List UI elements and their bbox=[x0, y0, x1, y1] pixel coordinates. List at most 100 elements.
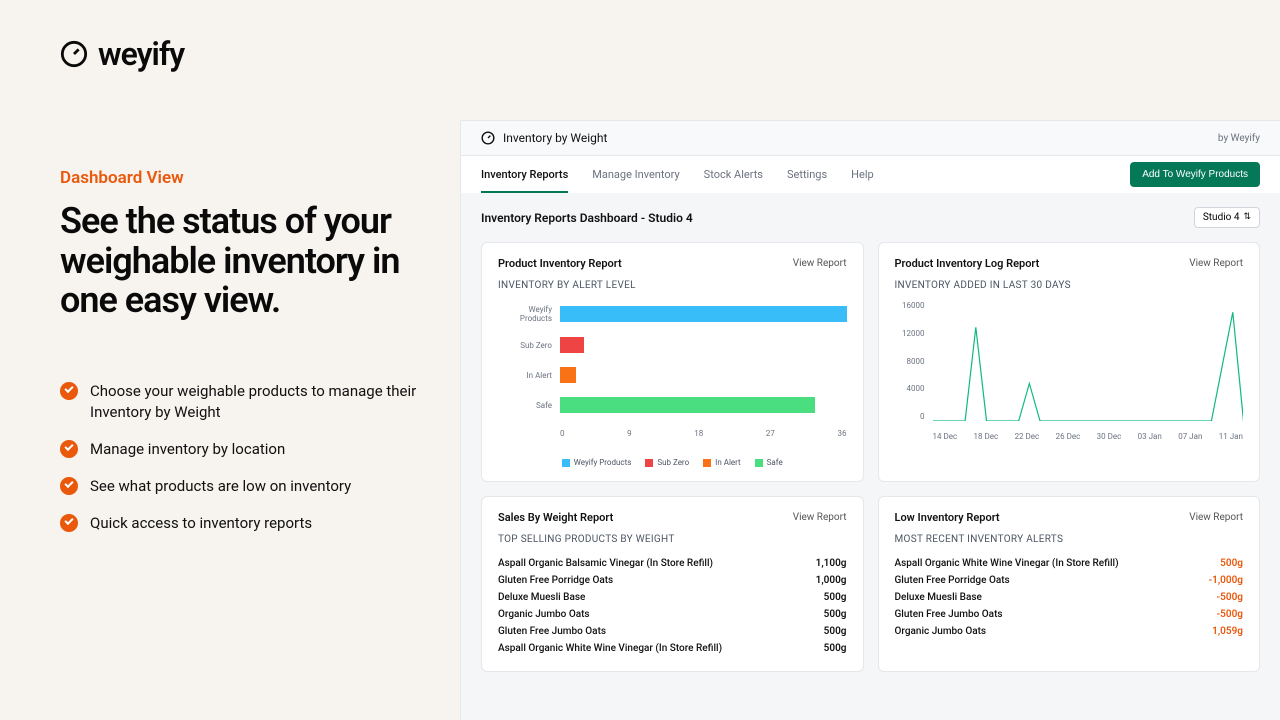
row-value: 500g bbox=[824, 592, 847, 603]
table-row: Organic Jumbo Oats 1,059g bbox=[895, 623, 1244, 640]
card-subtitle: TOP SELLING PRODUCTS BY WEIGHT bbox=[498, 534, 847, 545]
card-title: Product Inventory Report bbox=[498, 257, 622, 270]
tab-help[interactable]: Help bbox=[851, 156, 874, 193]
row-value: 500g bbox=[824, 643, 847, 654]
row-value: -500g bbox=[1217, 609, 1244, 620]
feature-item: See what products are low on inventory bbox=[60, 476, 420, 497]
check-icon bbox=[60, 514, 78, 532]
card-subtitle: INVENTORY ADDED IN LAST 30 DAYS bbox=[895, 280, 1244, 291]
legend-swatch bbox=[703, 459, 711, 467]
card-subtitle: MOST RECENT INVENTORY ALERTS bbox=[895, 534, 1244, 545]
row-value: 1,000g bbox=[816, 575, 847, 586]
view-report-link[interactable]: View Report bbox=[1189, 258, 1243, 269]
line-chart: 1600012000800040000 14 Dec18 Dec22 Dec26… bbox=[895, 301, 1244, 441]
row-name: Deluxe Muesli Base bbox=[895, 592, 982, 603]
card-title: Low Inventory Report bbox=[895, 511, 1000, 524]
bar-track bbox=[560, 306, 847, 322]
app-title-bar: Inventory by Weight by Weyify bbox=[461, 121, 1280, 156]
bar-track bbox=[560, 367, 847, 383]
card-sales-by-weight: Sales By Weight Report View Report TOP S… bbox=[481, 496, 864, 672]
row-name: Deluxe Muesli Base bbox=[498, 592, 585, 603]
check-icon bbox=[60, 440, 78, 458]
row-value: 1,100g bbox=[816, 558, 847, 569]
legend-swatch bbox=[562, 459, 570, 467]
row-value: -500g bbox=[1217, 592, 1244, 603]
line-plot-svg bbox=[933, 301, 1244, 421]
bar-label: In Alert bbox=[498, 371, 560, 380]
add-products-button[interactable]: Add To Weyify Products bbox=[1130, 162, 1260, 187]
bar-chart: Weyify Products Sub Zero In Alert Safe 09182… bbox=[498, 301, 847, 467]
view-report-link[interactable]: View Report bbox=[793, 258, 847, 269]
bar-fill bbox=[560, 337, 584, 353]
view-report-link[interactable]: View Report bbox=[793, 512, 847, 523]
row-value: 500g bbox=[824, 609, 847, 620]
bar-fill bbox=[560, 367, 576, 383]
feature-item: Manage inventory by location bbox=[60, 439, 420, 460]
row-name: Gluten Free Porridge Oats bbox=[498, 575, 613, 586]
legend-swatch bbox=[755, 459, 763, 467]
card-inventory-log-report: Product Inventory Log Report View Report… bbox=[878, 242, 1261, 482]
bar-fill bbox=[560, 306, 847, 322]
row-name: Organic Jumbo Oats bbox=[895, 626, 987, 637]
bar-label: Safe bbox=[498, 401, 560, 410]
legend-item: Safe bbox=[755, 458, 783, 467]
marketing-panel: weyify Dashboard View See the status of … bbox=[0, 0, 460, 720]
row-value: -1,000g bbox=[1208, 575, 1243, 586]
weyify-logo-icon bbox=[60, 40, 88, 68]
bar-track bbox=[560, 397, 847, 413]
feature-item: Choose your weighable products to manage… bbox=[60, 381, 420, 423]
tab-manage-inventory[interactable]: Manage Inventory bbox=[592, 156, 679, 193]
legend-item: Weyify Products bbox=[562, 458, 632, 467]
bar-track bbox=[560, 337, 847, 353]
brand-logo: weyify bbox=[60, 35, 420, 73]
table-row: Gluten Free Porridge Oats 1,000g bbox=[498, 572, 847, 589]
legend-item: In Alert bbox=[703, 458, 741, 467]
row-name: Aspall Organic White Wine Vinegar (In St… bbox=[498, 643, 722, 654]
tab-bar: Inventory Reports Manage Inventory Stock… bbox=[461, 156, 1280, 193]
row-value: 500g bbox=[824, 626, 847, 637]
card-title: Product Inventory Log Report bbox=[895, 257, 1040, 270]
low-inventory-table: Aspall Organic White Wine Vinegar (In St… bbox=[895, 555, 1244, 640]
sort-icon: ⇅ bbox=[1243, 213, 1251, 222]
sales-table: Aspall Organic Balsamic Vinegar (In Stor… bbox=[498, 555, 847, 657]
row-name: Gluten Free Jumbo Oats bbox=[498, 626, 606, 637]
app-logo-icon bbox=[481, 131, 495, 145]
tab-settings[interactable]: Settings bbox=[787, 156, 827, 193]
view-report-link[interactable]: View Report bbox=[1189, 512, 1243, 523]
row-value: 500g bbox=[1220, 558, 1243, 569]
chart-legend: Weyify Products Sub Zero In Alert Safe bbox=[498, 458, 847, 467]
check-icon bbox=[60, 382, 78, 400]
app-frame: Inventory by Weight by Weyify Inventory … bbox=[460, 120, 1280, 720]
table-row: Gluten Free Jumbo Oats-500g bbox=[895, 606, 1244, 623]
row-name: Aspall Organic White Wine Vinegar (In St… bbox=[895, 558, 1119, 569]
brand-name: weyify bbox=[98, 35, 184, 73]
app-title: Inventory by Weight bbox=[503, 131, 607, 145]
dashboard-title: Inventory Reports Dashboard - Studio 4 bbox=[481, 211, 693, 225]
headline: See the status of your weighable invento… bbox=[60, 202, 420, 321]
card-subtitle: INVENTORY BY ALERT LEVEL bbox=[498, 280, 847, 291]
table-row: Gluten Free Porridge Oats-1,000g bbox=[895, 572, 1244, 589]
card-product-inventory-report: Product Inventory Report View Report INV… bbox=[481, 242, 864, 482]
app-byline: by Weyify bbox=[1218, 133, 1260, 144]
x-axis: 09182736 bbox=[560, 429, 847, 438]
table-row: Aspall Organic White Wine Vinegar (In St… bbox=[895, 555, 1244, 572]
legend-item: Sub Zero bbox=[645, 458, 689, 467]
card-low-inventory: Low Inventory Report View Report MOST RE… bbox=[878, 496, 1261, 672]
row-value: 1,059g bbox=[1212, 626, 1243, 637]
table-row: Deluxe Muesli Base 500g bbox=[498, 589, 847, 606]
feature-list: Choose your weighable products to manage… bbox=[60, 381, 420, 550]
tab-stock-alerts[interactable]: Stock Alerts bbox=[704, 156, 763, 193]
table-row: Aspall Organic Balsamic Vinegar (In Stor… bbox=[498, 555, 847, 572]
eyebrow-label: Dashboard View bbox=[60, 168, 420, 188]
table-row: Organic Jumbo Oats 500g bbox=[498, 606, 847, 623]
bar-fill bbox=[560, 397, 815, 413]
row-name: Organic Jumbo Oats bbox=[498, 609, 590, 620]
location-select[interactable]: Studio 4 ⇅ bbox=[1194, 207, 1260, 228]
row-name: Aspall Organic Balsamic Vinegar (In Stor… bbox=[498, 558, 713, 569]
table-row: Gluten Free Jumbo Oats 500g bbox=[498, 623, 847, 640]
table-row: Deluxe Muesli Base -500g bbox=[895, 589, 1244, 606]
tab-inventory-reports[interactable]: Inventory Reports bbox=[481, 156, 568, 193]
table-row: Aspall Organic White Wine Vinegar (In St… bbox=[498, 640, 847, 657]
check-icon bbox=[60, 477, 78, 495]
dashboard-body: Inventory Reports Dashboard - Studio 4 S… bbox=[461, 193, 1280, 720]
